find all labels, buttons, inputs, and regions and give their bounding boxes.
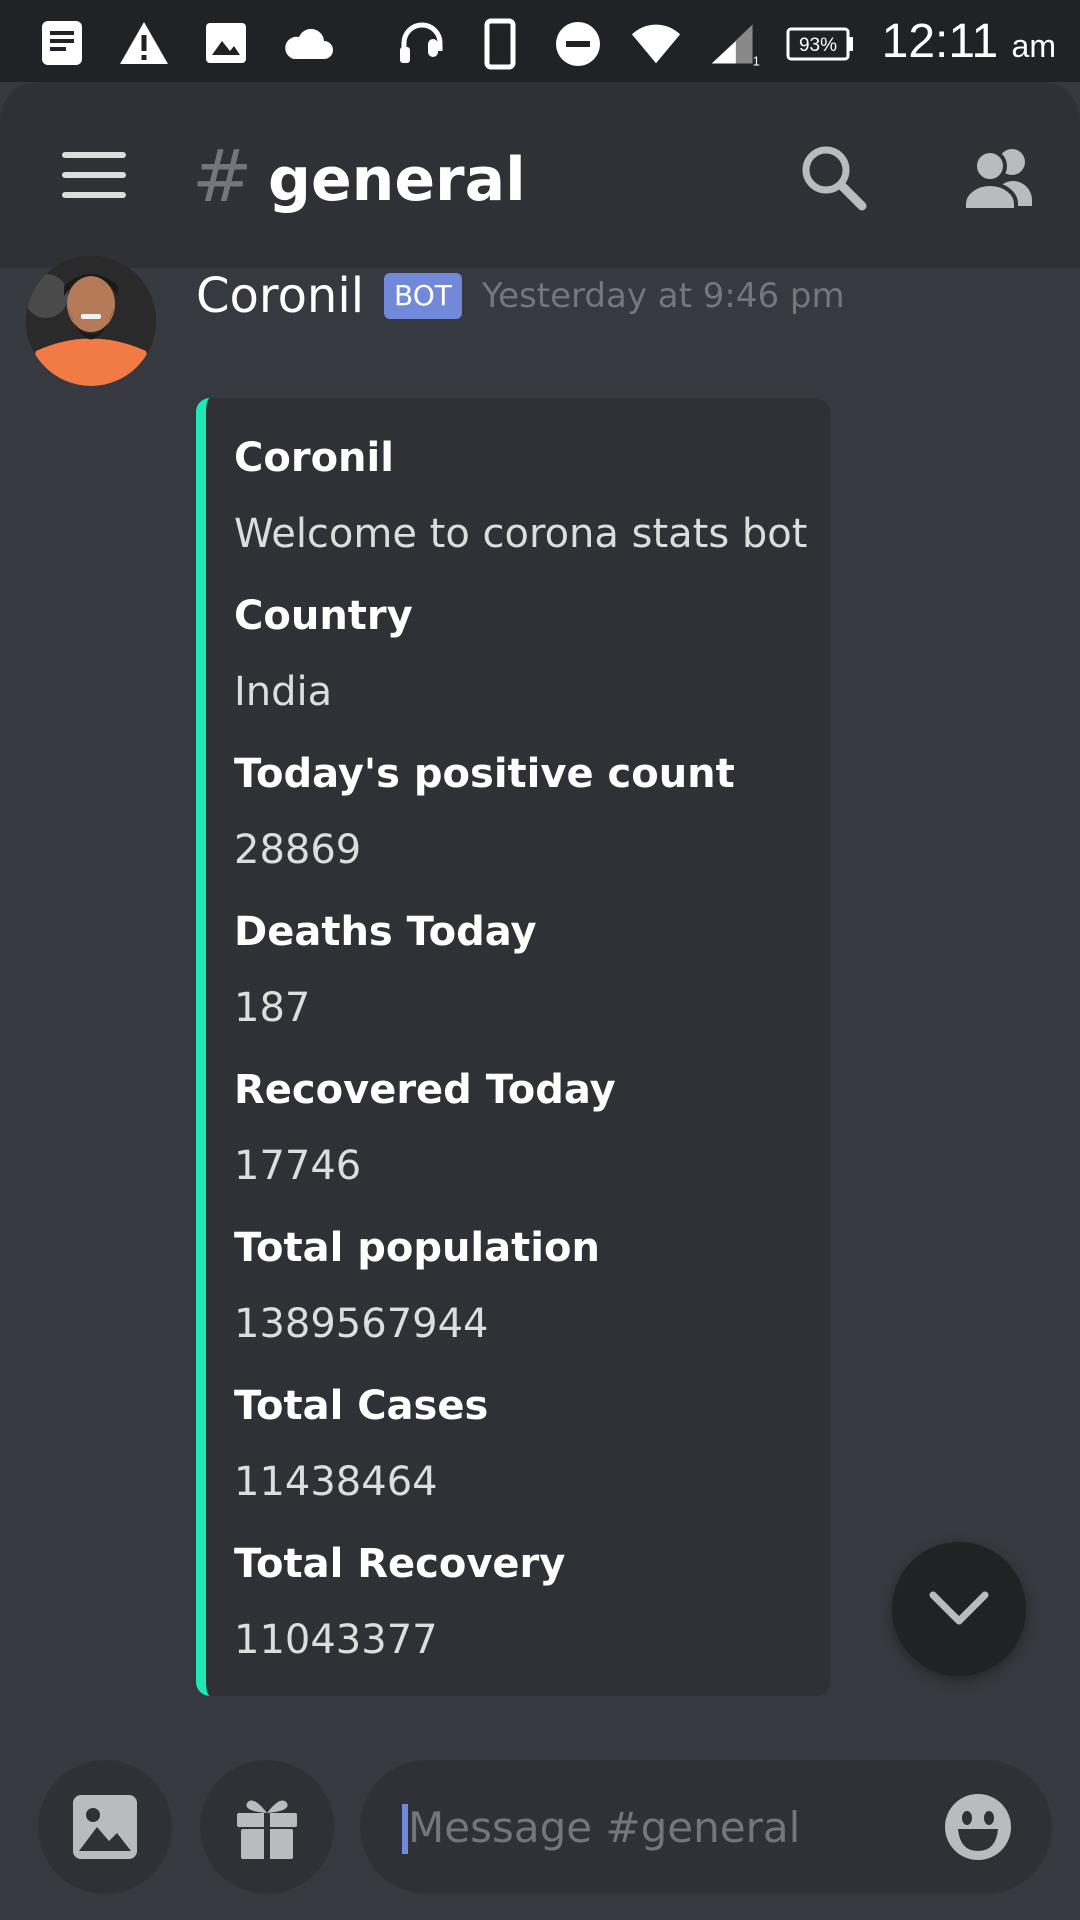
embed-field-name: Recovered Today [234,1067,616,1113]
embed-field-value: Welcome to corona stats bot [234,511,808,557]
status-bar: 1 93% 12:11 am [0,0,1080,82]
embed-field-value: 28869 [234,827,362,873]
wifi-icon [630,19,682,69]
channel-header: # general [0,82,1080,268]
members-icon[interactable] [958,142,1038,214]
battery-icon: 93% [786,19,856,69]
embed-field-name: Total population [234,1225,600,1271]
phone-icon [474,18,526,70]
svg-text:1: 1 [752,53,759,67]
embed-field-name: Coronil [234,435,394,481]
notes-notification-icon [36,18,88,68]
embed-field-value: 11043377 [234,1617,438,1663]
cloud-icon [282,18,334,68]
embed-field-name: Deaths Today [234,909,537,955]
do-not-disturb-icon [552,19,604,69]
embed-field-name: Total Recovery [234,1541,566,1587]
clock: 12:11 am [882,14,1056,74]
embed-field-name: Today's positive count [234,751,735,797]
embed-field-value: 1389567944 [234,1301,489,1347]
status-bar-system: 1 93% 12:11 am [396,14,1056,74]
battery-level: 93% [799,35,837,56]
embed-fields: Coronil Welcome to corona stats bot Countr… [234,432,810,1696]
status-bar-notifications [36,18,334,68]
channel-title: general [268,145,526,215]
hamburger-menu-icon[interactable] [62,152,126,202]
message-input-placeholder: Message #general [408,1803,801,1852]
embed-field-value: 11438464 [234,1459,438,1505]
headset-mic-icon [396,19,448,69]
emoji-icon[interactable] [944,1793,1012,1861]
cell-signal-icon: 1 [708,19,760,69]
image-icon [73,1795,137,1859]
gift-button[interactable] [200,1760,334,1894]
attach-image-button[interactable] [38,1760,172,1894]
jump-to-present-button[interactable] [892,1542,1026,1676]
message-timestamp: Yesterday at 9:46 pm [481,276,845,316]
embed-field-name: Country [234,593,413,639]
message-header: Coronil BOT Yesterday at 9:46 pm [196,266,845,326]
embed-field-value: 187 [234,985,311,1031]
message-author[interactable]: Coronil [196,266,364,326]
warning-icon [118,18,170,68]
message-embed: Coronil Welcome to corona stats bot Countr… [196,398,830,1696]
embed-field-name: Total Cases [234,1383,489,1429]
bot-badge: BOT [384,273,462,319]
image-notification-icon [200,18,252,68]
embed-field-value: India [234,669,333,715]
embed-field-value: 17746 [234,1143,362,1189]
gift-icon [237,1800,297,1859]
chevron-down-icon [929,1591,989,1625]
clock-ampm: am [1011,28,1056,64]
channel-hash-icon: # [192,134,253,218]
message-composer: Message #general [0,1740,1080,1920]
clock-time: 12:11 [881,15,999,68]
avatar[interactable] [26,256,156,386]
search-icon[interactable] [798,142,870,214]
message-input[interactable]: Message #general [360,1760,1052,1894]
